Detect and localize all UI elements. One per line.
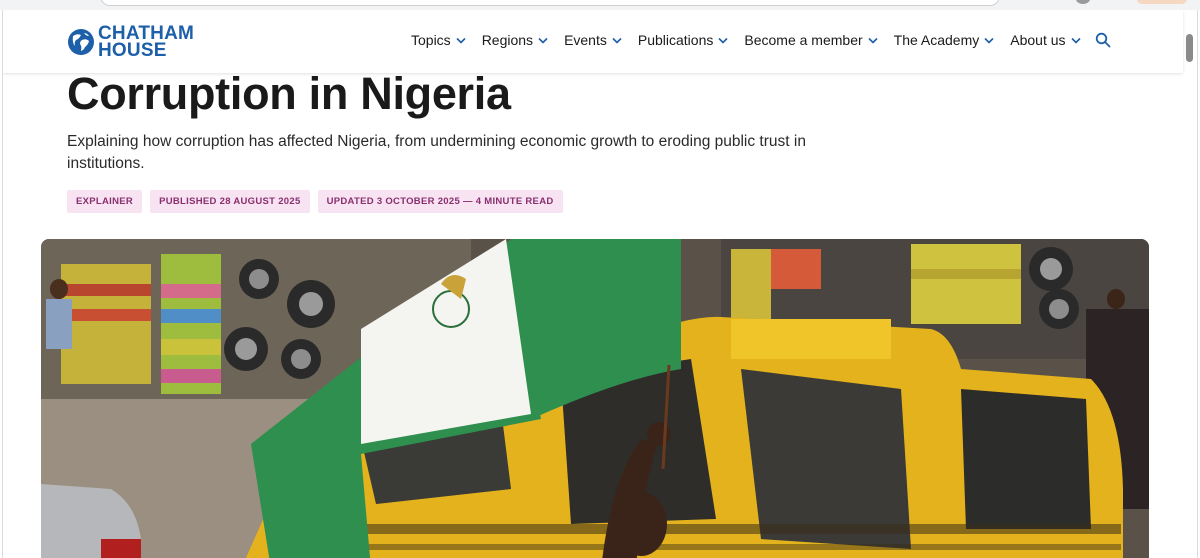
browser-chrome [0, 0, 1200, 10]
nav-item-label: Become a member [744, 32, 863, 48]
address-bar[interactable] [100, 0, 1000, 6]
nav-item-publications[interactable]: Publications [638, 32, 729, 48]
search-icon[interactable] [1095, 32, 1111, 48]
chevron-down-icon [456, 37, 466, 44]
scroll-thumb[interactable] [1186, 34, 1193, 62]
nav-item-label: Events [564, 32, 607, 48]
page-scrollbar[interactable] [1182, 10, 1197, 558]
nav-item-become-a-member[interactable]: Become a member [744, 32, 878, 48]
page-title: Corruption in Nigeria [67, 68, 511, 119]
chevron-down-icon [612, 37, 622, 44]
chevron-down-icon [868, 37, 878, 44]
profile-icon[interactable] [1076, 0, 1090, 4]
article-standfirst: Explaining how corruption has affected N… [67, 133, 806, 172]
nav-item-label: Topics [411, 32, 451, 48]
globe-logo-icon [68, 29, 94, 55]
chevron-down-icon [718, 37, 728, 44]
tag-content-type[interactable]: EXPLAINER [67, 190, 143, 213]
nav-item-label: Regions [481, 32, 534, 48]
tag-published-date: PUBLISHED 28 AUGUST 2025 [150, 190, 310, 213]
nav-item-label: Publications [637, 32, 714, 48]
chevron-down-icon [984, 37, 994, 44]
nav-item-label: About us [1010, 32, 1066, 48]
nav-item-label: The Academy [893, 32, 980, 48]
chevron-down-icon [538, 37, 548, 44]
site-header: CHATHAM HOUSE Topics Regions Events Publ… [3, 10, 1183, 73]
hero-image [41, 239, 1149, 558]
nav-item-regions[interactable]: Regions [482, 32, 548, 48]
page: CHATHAM HOUSE Topics Regions Events Publ… [2, 10, 1198, 558]
main-nav: Topics Regions Events Publications Becom… [411, 32, 1111, 48]
hero-photo [41, 239, 1149, 558]
chevron-down-icon [1070, 37, 1081, 44]
nav-item-the-academy[interactable]: The Academy [894, 32, 995, 48]
article-tags: EXPLAINER PUBLISHED 28 AUGUST 2025 UPDAT… [67, 190, 571, 213]
nav-item-about-us[interactable]: About us [1010, 32, 1081, 48]
nav-item-events[interactable]: Events [564, 32, 622, 48]
extension-icon[interactable] [1137, 0, 1187, 4]
tag-updated-date: UPDATED 3 OCTOBER 2025 — 4 MINUTE READ [317, 190, 563, 213]
logo-line-2: HOUSE [98, 40, 167, 61]
site-logo[interactable]: CHATHAM HOUSE [67, 24, 194, 60]
nav-item-topics[interactable]: Topics [411, 32, 466, 48]
